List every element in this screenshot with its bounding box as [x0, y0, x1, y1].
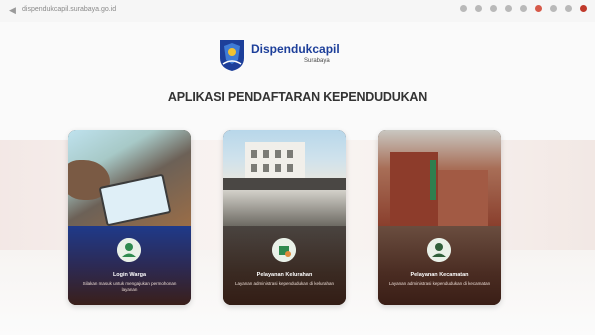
- card-title: Pelayanan Kelurahan: [256, 272, 313, 278]
- card-photo-tower: [378, 130, 501, 226]
- office-icon: [272, 238, 296, 262]
- extension-icon[interactable]: [520, 5, 527, 12]
- browser-toolbar: ◀ dispendukcapil.surabaya.go.id: [0, 0, 595, 23]
- card-pelayanan-kecamatan[interactable]: Pelayanan Kecamatan Layanan administrasi…: [378, 130, 501, 305]
- site-logo[interactable]: Dispendukcapil Surabaya: [218, 38, 378, 78]
- logo-name: Dispendukcapil: [251, 42, 340, 56]
- admin-icon: [427, 238, 451, 262]
- card-description: Layanan administrasi kependudukan di kec…: [388, 281, 491, 286]
- extension-icon[interactable]: [475, 5, 482, 12]
- card-title: Pelayanan Kecamatan: [410, 272, 469, 278]
- user-icon: [117, 238, 141, 262]
- logo-subtitle: Surabaya: [304, 58, 330, 64]
- card-photo-tablet: [68, 130, 191, 227]
- extension-icon[interactable]: [565, 5, 572, 12]
- extension-icon[interactable]: [535, 5, 542, 12]
- page-content: Dispendukcapil Surabaya APLIKASI PENDAFT…: [0, 22, 595, 335]
- back-icon[interactable]: ◀: [9, 5, 16, 16]
- card-body: Pelayanan Kecamatan Layanan administrasi…: [378, 226, 501, 305]
- card-title: Login Warga: [112, 272, 147, 278]
- card-body: Pelayanan Kelurahan Layanan administrasi…: [223, 226, 346, 305]
- browser-window: ◀ dispendukcapil.surabaya.go.id Dispendu…: [0, 0, 595, 335]
- extension-icon[interactable]: [460, 5, 467, 12]
- card-description: Silakan masuk untuk mengajukan permohona…: [82, 281, 177, 292]
- card-pelayanan-kelurahan[interactable]: Pelayanan Kelurahan Layanan administrasi…: [223, 130, 346, 305]
- card-body: Login Warga Silakan masuk untuk mengajuk…: [68, 226, 191, 305]
- browser-extension-icons: [460, 5, 587, 12]
- card-photo-building: [223, 130, 346, 226]
- address-bar[interactable]: dispendukcapil.surabaya.go.id: [22, 6, 116, 13]
- profile-avatar[interactable]: [580, 5, 587, 12]
- card-description: Layanan administrasi kependudukan di kel…: [234, 281, 335, 286]
- page-title: APLIKASI PENDAFTARAN KEPENDUDUKAN: [167, 90, 428, 104]
- extension-icon[interactable]: [490, 5, 497, 12]
- card-login-warga[interactable]: Login Warga Silakan masuk untuk mengajuk…: [68, 130, 191, 305]
- extension-icon[interactable]: [550, 5, 557, 12]
- surabaya-emblem-icon: [220, 40, 244, 71]
- extension-icon[interactable]: [505, 5, 512, 12]
